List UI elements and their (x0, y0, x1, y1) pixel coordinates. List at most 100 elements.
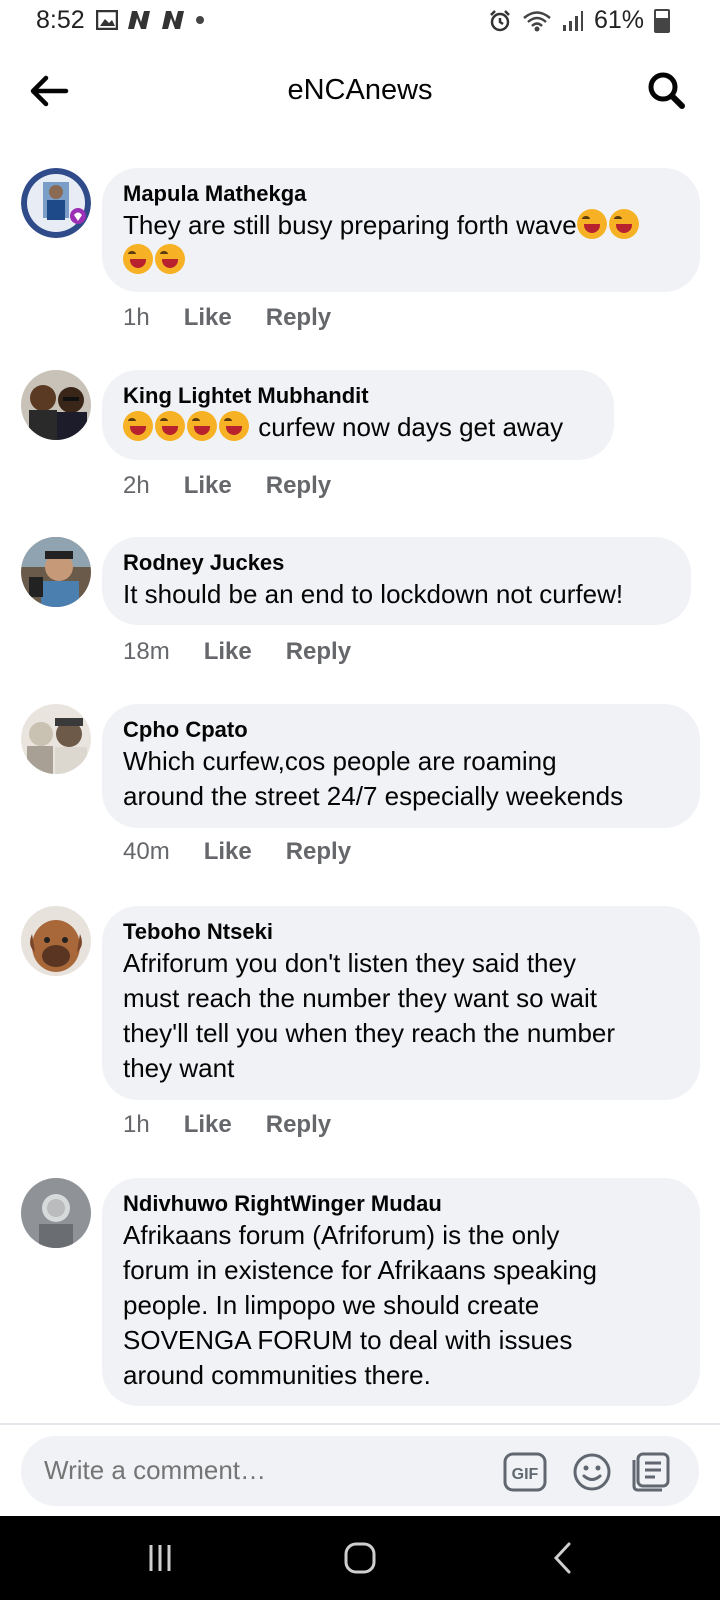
comment-author[interactable]: King Lightet Mubhandit (123, 382, 592, 410)
comment-text: Afriforum you don't listen they said the… (123, 946, 678, 1086)
battery-icon (654, 8, 670, 33)
like-button[interactable]: Like (184, 1111, 232, 1139)
back-nav-button[interactable] (538, 1536, 588, 1580)
like-button[interactable]: Like (204, 638, 252, 666)
comment-text: Afrikaans forum (Afriforum) is the only … (123, 1218, 678, 1393)
comment-text-line: Which curfew,cos people are roaming (123, 746, 557, 776)
battery-percent: 61% (593, 6, 644, 34)
battery-fill (656, 18, 668, 31)
avatar[interactable] (21, 168, 91, 238)
rofl-emoji-icon (123, 244, 153, 274)
comment-actions: 1h Like Reply (123, 1111, 331, 1139)
avatar[interactable] (21, 537, 91, 607)
like-button[interactable]: Like (204, 838, 252, 866)
comment-text-line: must reach the number they want so wait (123, 983, 598, 1013)
home-icon (344, 1542, 376, 1574)
reply-button[interactable]: Reply (266, 472, 331, 500)
dot-icon (196, 16, 204, 24)
emoji-button[interactable] (569, 1449, 615, 1495)
reply-button[interactable]: Reply (286, 838, 351, 866)
comment-text-line: around the street 24/7 especially weeken… (123, 781, 624, 811)
comment-text-line: Afriforum you don't listen they said the… (123, 948, 576, 978)
comment-actions: 40m Like Reply (123, 838, 351, 866)
comment-text-line: SOVENGA FORUM to deal with issues (123, 1325, 573, 1355)
image-icon (96, 10, 118, 30)
comment-text-line: They are still busy preparing forth wave (123, 210, 577, 240)
header: eNCAnews (0, 46, 720, 136)
avatar[interactable] (21, 1178, 91, 1248)
comment-text-line: people. In limpopo we should create (123, 1290, 540, 1320)
page-title: eNCAnews (287, 74, 433, 106)
comment-composer: GIF (21, 1436, 699, 1506)
comment-text-line: forum in existence for Afrikaans speakin… (123, 1255, 598, 1285)
comment-bubble: Ndivhuwo RightWinger Mudau Afrikaans for… (102, 1178, 700, 1406)
system-nav-bar (0, 1516, 720, 1600)
comment-author[interactable]: Ndivhuwo RightWinger Mudau (123, 1190, 678, 1218)
comment-bubble: King Lightet Mubhandit curfew now days g… (102, 370, 614, 460)
divider (0, 1423, 720, 1425)
like-button[interactable]: Like (184, 304, 232, 332)
avatar[interactable] (21, 370, 91, 440)
comment-bubble: Mapula Mathekga They are still busy prep… (102, 168, 700, 292)
avatar[interactable] (21, 906, 91, 976)
reply-button[interactable]: Reply (286, 638, 351, 666)
comment-time[interactable]: 1h (123, 304, 150, 332)
wifi-icon (523, 10, 551, 31)
comment-text-line: curfew now days get away (258, 412, 564, 442)
comment-text-line: they'll tell you when they reach the num… (123, 1018, 616, 1048)
rofl-emoji-icon (608, 209, 639, 239)
comment-actions: 1h Like Reply (123, 304, 331, 332)
comment-author[interactable]: Mapula Mathekga (123, 180, 678, 208)
comment-bubble: Rodney Juckes It should be an end to loc… (102, 537, 691, 625)
comment-text: curfew now days get away (123, 410, 592, 445)
rofl-emoji-icon (219, 411, 249, 441)
avatar[interactable] (21, 704, 91, 774)
comment-author[interactable]: Teboho Ntseki (123, 918, 678, 946)
n-icon (128, 11, 150, 29)
comment-text: It should be an end to lockdown not curf… (123, 579, 624, 609)
reply-button[interactable]: Reply (266, 304, 331, 332)
search-icon (648, 72, 685, 109)
comment-text: Which curfew,cos people are roaming arou… (123, 744, 678, 814)
search-button[interactable] (644, 68, 690, 114)
comment-author[interactable]: Rodney Juckes (123, 549, 669, 577)
status-time: 8:52 (36, 6, 85, 34)
recents-icon (149, 1545, 171, 1571)
status-bar: 8:52 61% (0, 0, 720, 46)
n-icon (162, 11, 184, 29)
comment-text: They are still busy preparing forth wave (123, 208, 678, 278)
comment-time[interactable]: 18m (123, 638, 170, 666)
chevron-left-icon (553, 1542, 571, 1574)
sticker-icon (632, 1452, 670, 1492)
comment-text-line: around communities there. (123, 1360, 431, 1390)
sticker-button[interactable] (629, 1449, 675, 1495)
smiley-icon (573, 1453, 611, 1491)
status-left-icons (96, 10, 206, 30)
rofl-emoji-icon (155, 411, 185, 441)
comment-text-line: Afrikaans forum (Afriforum) is the only (123, 1220, 560, 1250)
gif-button[interactable]: GIF (502, 1449, 548, 1495)
comment-actions: 18m Like Reply (123, 638, 351, 666)
comment-time[interactable]: 1h (123, 1111, 150, 1139)
rofl-emoji-icon (187, 411, 217, 441)
recents-button[interactable] (135, 1536, 185, 1580)
reply-button[interactable]: Reply (266, 1111, 331, 1139)
rofl-emoji-icon (576, 209, 607, 239)
status-right-icons: 61% (488, 6, 670, 35)
comment-actions: 2h Like Reply (123, 472, 331, 500)
comment-input[interactable] (42, 1454, 466, 1487)
like-button[interactable]: Like (184, 472, 232, 500)
gif-label: GIF (512, 1466, 539, 1483)
rofl-emoji-icon (123, 411, 153, 441)
signal-icon (562, 10, 583, 31)
comment-bubble: Teboho Ntseki Afriforum you don't listen… (102, 906, 700, 1100)
home-button[interactable] (335, 1536, 385, 1580)
alarm-icon (490, 9, 510, 31)
comment-author[interactable]: Cpho Cpato (123, 716, 678, 744)
comment-time[interactable]: 2h (123, 472, 150, 500)
gif-icon: GIF (503, 1452, 547, 1492)
comment-text-line: they want (123, 1053, 235, 1083)
rofl-emoji-icon (155, 244, 185, 274)
comment-bubble: Cpho Cpato Which curfew,cos people are r… (102, 704, 700, 828)
comment-time[interactable]: 40m (123, 838, 170, 866)
